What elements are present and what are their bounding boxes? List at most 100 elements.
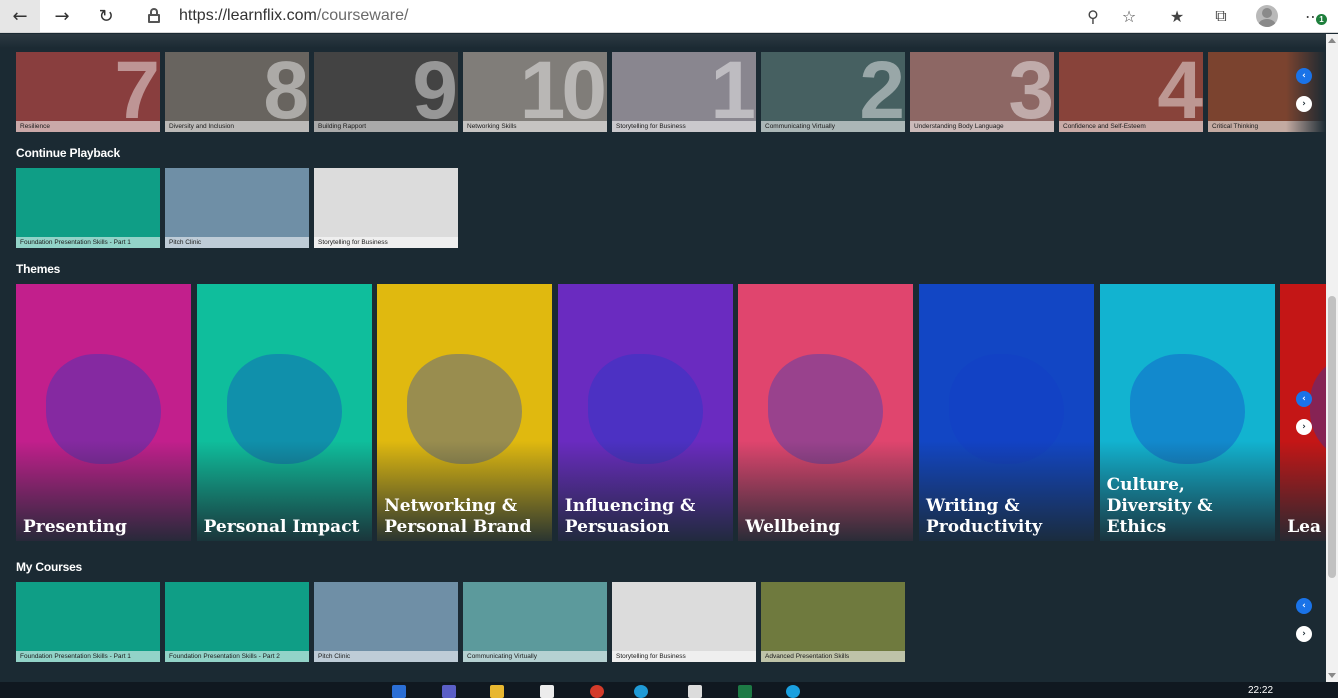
- course-tile[interactable]: 3 Understanding Body Language: [910, 52, 1054, 132]
- rank-number: 1: [710, 52, 756, 132]
- course-title: Storytelling for Business: [612, 651, 756, 662]
- course-title: Networking Skills: [463, 121, 607, 132]
- course-title: Building Rapport: [314, 121, 458, 132]
- scroll-thumb[interactable]: [1328, 296, 1336, 578]
- course-title: Pitch Clinic: [314, 651, 458, 662]
- back-button[interactable]: ←: [0, 0, 40, 32]
- carousel-prev-button[interactable]: ‹: [1296, 68, 1312, 84]
- rank-number: 9: [412, 52, 458, 132]
- carousel-next-button[interactable]: ›: [1296, 96, 1312, 112]
- document-taskbar-icon[interactable]: [540, 685, 554, 698]
- theme-label: Wellbeing: [745, 517, 841, 537]
- excel-taskbar-icon[interactable]: [738, 685, 752, 698]
- theme-label: Networking & Personal Brand: [384, 496, 532, 537]
- course-title: Diversity and Inclusion: [165, 121, 309, 132]
- theme-label: Presenting: [23, 517, 127, 537]
- theme-card[interactable]: Influencing & Persuasion: [557, 284, 733, 541]
- rank-number: 10: [519, 52, 607, 132]
- os-taskbar: 22:22: [0, 682, 1338, 698]
- theme-card[interactable]: Writing & Productivity: [919, 284, 1094, 541]
- theme-label: Writing & Productivity: [926, 496, 1043, 537]
- course-title: Understanding Body Language: [910, 121, 1054, 132]
- course-title: Foundation Presentation Skills - Part 2: [165, 651, 309, 662]
- reload-icon: ↻: [98, 5, 114, 27]
- course-tile[interactable]: Pitch Clinic: [314, 582, 458, 662]
- course-title: Advanced Presentation Skills: [761, 651, 905, 662]
- scroll-down-icon[interactable]: [1328, 673, 1336, 678]
- url-path: /courseware/: [316, 7, 409, 24]
- profile-avatar-icon[interactable]: [1256, 5, 1278, 27]
- rank-number: 3: [1008, 52, 1054, 132]
- course-tile[interactable]: Foundation Presentation Skills - Part 1: [16, 168, 160, 248]
- course-title: Resilience: [16, 121, 160, 132]
- outlook-taskbar-icon[interactable]: [392, 685, 406, 698]
- teams-taskbar-icon[interactable]: [442, 685, 456, 698]
- course-tile[interactable]: 1 Storytelling for Business: [612, 52, 756, 132]
- scroll-up-icon[interactable]: [1328, 38, 1336, 43]
- course-tile[interactable]: Foundation Presentation Skills - Part 2: [165, 582, 309, 662]
- reload-button[interactable]: ↻: [86, 0, 126, 32]
- folder-taskbar-icon[interactable]: [490, 685, 504, 698]
- course-title: Pitch Clinic: [165, 237, 309, 248]
- courseware-page: 7 Resilience 8 Diversity and Inclusion 9 Buil…: [0, 34, 1326, 682]
- course-tile[interactable]: 8 Diversity and Inclusion: [165, 52, 309, 132]
- forward-button[interactable]: →: [42, 0, 82, 32]
- course-tile[interactable]: Storytelling for Business: [314, 168, 458, 248]
- theme-card[interactable]: Presenting: [16, 284, 191, 541]
- course-title: Storytelling for Business: [314, 237, 458, 248]
- theme-card[interactable]: Personal Impact: [196, 284, 372, 541]
- themes-prev-button[interactable]: ‹: [1296, 391, 1312, 407]
- chrome-taskbar-icon[interactable]: [590, 685, 604, 698]
- star-icon[interactable]: ☆: [1116, 4, 1142, 28]
- theme-card[interactable]: Wellbeing: [738, 284, 914, 541]
- edge-taskbar-icon[interactable]: [634, 685, 648, 698]
- course-title: Storytelling for Business: [612, 121, 756, 132]
- course-title: Foundation Presentation Skills - Part 1: [16, 651, 160, 662]
- course-tile[interactable]: 4 Confidence and Self-Esteem: [1059, 52, 1203, 132]
- rank-number: 2: [859, 52, 905, 132]
- lock-icon[interactable]: [148, 8, 160, 23]
- taskbar-clock: 22:22: [1248, 685, 1274, 696]
- skype-taskbar-icon[interactable]: [786, 685, 800, 698]
- course-tile[interactable]: Advanced Presentation Skills: [761, 582, 905, 662]
- update-badge: 1: [1316, 14, 1327, 25]
- arrow-left-icon: ←: [12, 5, 28, 27]
- course-tile[interactable]: Pitch Clinic: [165, 168, 309, 248]
- my-courses-title: My Courses: [16, 560, 83, 574]
- rank-number: 4: [1157, 52, 1203, 132]
- page-scrollbar[interactable]: [1326, 34, 1338, 682]
- theme-card[interactable]: Networking & Personal Brand: [377, 284, 553, 541]
- course-title: Foundation Presentation Skills - Part 1: [16, 237, 160, 248]
- courses-prev-button[interactable]: ‹: [1296, 598, 1312, 614]
- theme-card[interactable]: Lea: [1280, 284, 1326, 541]
- course-tile[interactable]: Storytelling for Business: [612, 582, 756, 662]
- courses-next-button[interactable]: ›: [1296, 626, 1312, 642]
- browser-toolbar: ← → ↻ https://learnflix.com/courseware/ …: [0, 0, 1338, 33]
- theme-card[interactable]: Culture, Diversity & Ethics: [1099, 284, 1275, 541]
- rank-number: 7: [114, 52, 160, 132]
- themes-title: Themes: [16, 262, 61, 276]
- theme-label: Lea: [1287, 517, 1321, 537]
- favorites-list-icon[interactable]: ★: [1164, 4, 1190, 28]
- notepad-taskbar-icon[interactable]: [688, 685, 702, 698]
- course-tile[interactable]: 7 Resilience: [16, 52, 160, 132]
- url-host: https://learnflix.com: [179, 7, 317, 24]
- continue-playback-title: Continue Playback: [16, 146, 120, 160]
- arrow-right-icon: →: [54, 5, 70, 27]
- course-tile[interactable]: 9 Building Rapport: [314, 52, 458, 132]
- collections-icon[interactable]: ⧉: [1208, 4, 1234, 28]
- course-title: Communicating Virtually: [761, 121, 905, 132]
- rank-number: 8: [263, 52, 309, 132]
- course-tile[interactable]: Foundation Presentation Skills - Part 1: [16, 582, 160, 662]
- course-title: Communicating Virtually: [463, 651, 607, 662]
- address-bar[interactable]: https://learnflix.com/courseware/: [179, 7, 408, 25]
- course-title: Confidence and Self-Esteem: [1059, 121, 1203, 132]
- themes-next-button[interactable]: ›: [1296, 419, 1312, 435]
- zoom-out-icon[interactable]: ⚲: [1080, 4, 1106, 28]
- theme-label: Personal Impact: [203, 517, 360, 537]
- course-tile[interactable]: 2 Communicating Virtually: [761, 52, 905, 132]
- course-tile[interactable]: 10 Networking Skills: [463, 52, 607, 132]
- theme-label: Influencing & Persuasion: [564, 496, 696, 537]
- theme-label: Culture, Diversity & Ethics: [1106, 475, 1213, 537]
- course-tile[interactable]: Communicating Virtually: [463, 582, 607, 662]
